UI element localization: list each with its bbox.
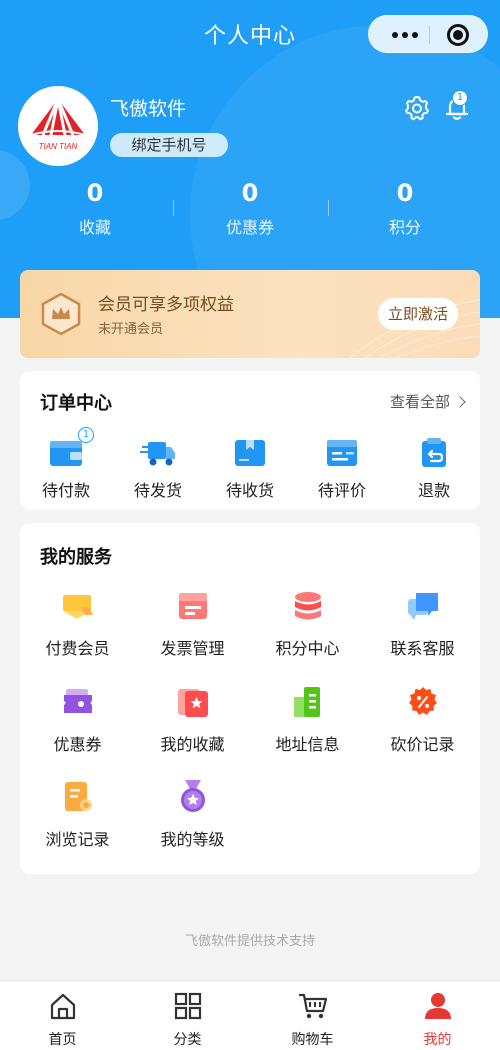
service-label: 优惠券: [53, 735, 102, 754]
cart-icon: [298, 993, 327, 1019]
order-pending-payment[interactable]: 1 待付款: [20, 427, 112, 501]
invoice-icon: [178, 593, 207, 619]
stat-label: 优惠券: [225, 218, 274, 237]
service-customer-support[interactable]: 联系客服: [365, 589, 480, 659]
order-label: 待付款: [41, 481, 90, 500]
service-label: 发票管理: [160, 639, 225, 658]
logo-text: TIAN TIAN: [39, 142, 78, 151]
service-label: 地址信息: [275, 735, 340, 754]
order-pending-review[interactable]: 待评价: [296, 437, 388, 501]
see-all-link[interactable]: 查看全部: [389, 391, 466, 412]
truck-icon: [140, 442, 175, 466]
service-paid-membership[interactable]: 付费会员: [20, 589, 135, 659]
history-icon: [64, 782, 92, 811]
user-name: 飞傲软件: [110, 98, 187, 120]
capsule-divider: [429, 26, 430, 44]
service-label: 我的收藏: [160, 735, 225, 754]
stat-value: 0: [396, 179, 414, 207]
tab-label: 购物车: [291, 1032, 334, 1048]
points-stack-icon: [294, 592, 321, 620]
my-services-card: 我的服务 付费会员 发票管理 积分中心 联系客服 优惠券 我的收藏 地址信息 砍…: [20, 523, 480, 874]
vip-banner[interactable]: 会员可享多项权益 未开通会员 立即激活: [20, 270, 480, 358]
service-browsing-history[interactable]: 浏览记录: [20, 780, 135, 850]
wallet-icon: [50, 441, 82, 466]
section-title: 我的服务: [40, 547, 112, 568]
vip-title: 会员可享多项权益: [98, 295, 234, 315]
service-label: 积分中心: [275, 639, 340, 658]
chat-icon: [407, 593, 438, 620]
tech-support-note: 飞傲软件提供技术支持: [184, 934, 315, 949]
close-icon[interactable]: [447, 24, 469, 46]
service-label: 付费会员: [45, 639, 110, 658]
address-icon: [293, 687, 320, 717]
tab-cart[interactable]: 购物车: [250, 991, 375, 1049]
home-icon: [50, 993, 75, 1020]
order-label: 退款: [417, 481, 450, 500]
order-pending-receipt[interactable]: 待收货: [204, 437, 296, 501]
level-medal-icon: [180, 780, 205, 812]
section-title: 订单中心: [40, 393, 112, 414]
tab-label: 分类: [173, 1032, 202, 1048]
stat-value: 0: [241, 179, 259, 207]
order-pending-shipment[interactable]: 待发货: [112, 437, 204, 501]
notification-badge: 1: [452, 90, 468, 106]
grid-icon: [174, 992, 201, 1020]
more-icon[interactable]: [385, 25, 425, 45]
stat-coupons[interactable]: 0 优惠券: [175, 178, 325, 238]
vip-card-icon: [62, 595, 93, 619]
stat-label: 积分: [388, 218, 421, 237]
tab-category[interactable]: 分类: [125, 991, 250, 1049]
service-bargain-records[interactable]: 砍价记录: [365, 685, 480, 755]
divider: [328, 200, 329, 216]
service-label: 我的等级: [160, 830, 225, 849]
bind-phone-button[interactable]: 绑定手机号: [110, 133, 228, 157]
order-badge: 1: [78, 427, 94, 443]
order-center-card: 订单中心 查看全部 1 待付款 待发货 待收货 待评价 退款: [20, 371, 480, 510]
tab-label: 首页: [48, 1032, 77, 1048]
stat-label: 收藏: [78, 218, 111, 237]
see-all-label: 查看全部: [389, 393, 450, 411]
service-my-favorites[interactable]: 我的收藏: [135, 685, 250, 755]
bargain-icon: [408, 687, 437, 715]
crown-badge-icon: [41, 292, 81, 336]
activate-button[interactable]: 立即激活: [378, 298, 458, 330]
service-address[interactable]: 地址信息: [250, 685, 365, 755]
service-label: 联系客服: [390, 639, 455, 658]
umbrella-logo-icon: TIAN TIAN: [21, 89, 95, 163]
mini-program-capsule[interactable]: [368, 15, 488, 53]
service-label: 砍价记录: [390, 735, 455, 754]
order-refund[interactable]: 退款: [388, 437, 480, 501]
stats-row: 0 收藏 0 优惠券 0 积分: [0, 178, 500, 238]
order-label: 待发货: [133, 481, 182, 500]
tab-label: 我的: [423, 1032, 452, 1048]
service-coupons[interactable]: 优惠券: [20, 685, 135, 755]
service-my-level[interactable]: 我的等级: [135, 780, 250, 850]
coupon-icon: [63, 689, 92, 713]
stat-points[interactable]: 0 积分: [330, 178, 480, 238]
order-label: 待收货: [225, 481, 274, 500]
stat-value: 0: [86, 179, 104, 207]
chevron-right-icon: [454, 396, 466, 408]
gear-icon[interactable]: [403, 94, 431, 122]
refund-icon: [422, 438, 446, 467]
favorite-icon: [177, 689, 208, 717]
service-label: 浏览记录: [45, 830, 110, 849]
vip-subtitle: 未开通会员: [98, 322, 164, 337]
tab-home[interactable]: 首页: [0, 991, 125, 1049]
divider: [173, 200, 174, 216]
comment-card-icon: [327, 440, 357, 466]
box-icon: [235, 440, 265, 466]
tab-mine[interactable]: 我的: [375, 991, 500, 1049]
tab-bar: 首页 分类 购物车 我的: [0, 980, 500, 1050]
service-points-center[interactable]: 积分中心: [250, 589, 365, 659]
stat-favorites[interactable]: 0 收藏: [20, 178, 170, 238]
user-icon: [424, 993, 451, 1019]
avatar[interactable]: TIAN TIAN: [18, 86, 98, 166]
service-invoice[interactable]: 发票管理: [135, 589, 250, 659]
order-label: 待评价: [317, 481, 366, 500]
